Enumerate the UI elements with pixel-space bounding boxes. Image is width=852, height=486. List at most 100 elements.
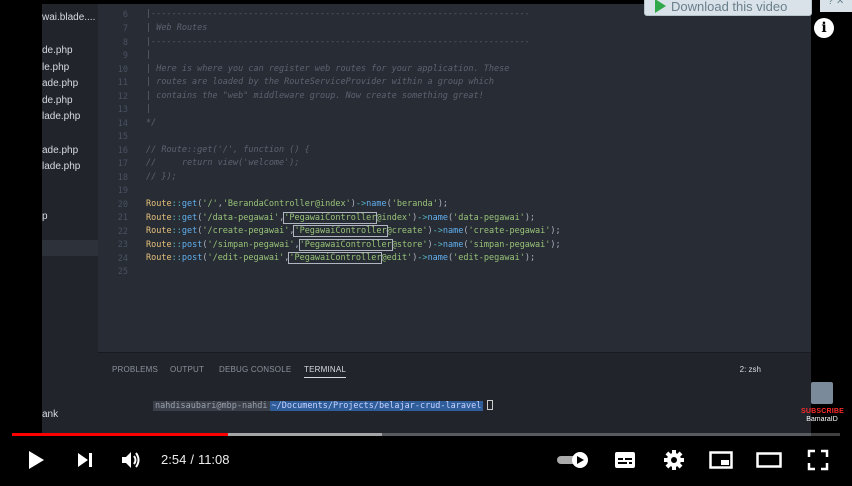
info-icon[interactable]: i xyxy=(814,18,834,38)
terminal-cursor xyxy=(487,400,494,410)
route-controller: 'PegawaiController xyxy=(298,238,393,251)
explorer-file[interactable]: le.php xyxy=(42,62,69,73)
route-name-method: name xyxy=(427,253,449,263)
route-name: 'simpan-pegawai' xyxy=(468,239,551,250)
scope-operator: :: xyxy=(171,253,182,263)
route-name: 'data-pegawai' xyxy=(453,212,525,223)
line-number: 6 xyxy=(122,10,128,20)
route-controller: 'PegawaiController xyxy=(293,225,388,237)
route-line: Route::post('/edit-pegawai','PegawaiCont… xyxy=(146,252,535,265)
terminator: ); xyxy=(550,226,561,236)
route-name-method: name xyxy=(427,212,449,223)
tab-debug-console[interactable]: DEBUG CONSOLE xyxy=(219,365,291,374)
code-comment: | Here is where you can register web rou… xyxy=(146,64,510,74)
settings-button[interactable] xyxy=(661,448,687,472)
explorer-file[interactable]: de.php xyxy=(42,45,73,56)
line-number: 15 xyxy=(117,132,128,142)
progress-bar[interactable] xyxy=(12,433,840,436)
line-number: 24 xyxy=(117,254,128,264)
route-line: Route::post('/simpan-pegawai','PegawaiCo… xyxy=(146,238,561,252)
route-facade: Route xyxy=(146,253,172,263)
route-action: @edit' xyxy=(381,253,413,263)
route-method: get xyxy=(181,212,198,223)
download-label: Download this video xyxy=(671,0,788,14)
line-number: 22 xyxy=(117,227,128,237)
route-name-method: name xyxy=(366,199,387,209)
terminal-prompt[interactable]: nahdisaubari@mbp-nahdi ~/Documents/Projec… xyxy=(112,390,494,421)
played-bar xyxy=(12,433,229,436)
time-display: 2:54/11:08 xyxy=(161,452,230,467)
channel-watermark[interactable]: SUBSCRIBE BamaraID xyxy=(801,382,845,424)
explorer-file[interactable]: lade.php xyxy=(42,161,80,172)
explorer-file[interactable]: ade.php xyxy=(42,78,78,89)
route-action: @store' xyxy=(391,239,428,250)
terminator: ); xyxy=(550,239,561,250)
file-explorer: wai.blade.... de.php le.php ade.php de.p… xyxy=(42,4,98,436)
explorer-file[interactable]: ade.php xyxy=(42,145,78,156)
tab-output[interactable]: OUTPUT xyxy=(170,365,204,374)
scope-operator: :: xyxy=(171,199,182,209)
code-comment: | contains the "web" middleware group. N… xyxy=(146,91,484,101)
terminal-user: nahdisaubari@mbp-nahdi xyxy=(152,400,270,411)
current-time: 2:54 xyxy=(161,452,187,467)
duration: 11:08 xyxy=(197,452,230,467)
explorer-selected-row xyxy=(42,240,98,256)
line-number: 12 xyxy=(117,92,128,102)
line-number: 25 xyxy=(117,267,128,277)
route-facade: Route xyxy=(146,199,172,209)
autoplay-toggle[interactable] xyxy=(556,448,592,472)
play-icon xyxy=(29,451,44,469)
terminator: ); xyxy=(524,212,536,223)
line-number: 14 xyxy=(117,119,128,129)
player-controls: 2:54/11:08 xyxy=(0,440,852,480)
channel-name: BamaraID xyxy=(806,416,838,423)
tab-problems[interactable]: PROBLEMS xyxy=(112,365,158,374)
theater-mode-button[interactable] xyxy=(755,448,783,472)
route-name-method: name xyxy=(442,226,464,236)
code-comment: // Route::get('/', function () { xyxy=(146,145,310,155)
code-comment: | xyxy=(146,50,152,60)
terminator: ); xyxy=(524,253,536,263)
route-uri: '/simpan-pegawai' xyxy=(207,239,295,250)
tab-terminal[interactable]: TERMINAL xyxy=(304,365,347,378)
volume-button[interactable] xyxy=(118,448,144,472)
autoplay-toggle-icon xyxy=(557,452,588,468)
fullscreen-icon xyxy=(807,449,829,471)
line-number: 23 xyxy=(117,240,128,250)
video-frame[interactable]: wai.blade.... de.php le.php ade.php de.p… xyxy=(0,0,852,486)
shell-selector[interactable]: 2: zsh xyxy=(740,365,761,374)
next-button[interactable] xyxy=(73,448,97,472)
play-button[interactable] xyxy=(24,448,48,472)
download-video-button[interactable]: Download this video xyxy=(644,0,812,16)
route-line: Route::get('/','BerandaController@index'… xyxy=(146,198,448,211)
route-name-method: name xyxy=(442,239,464,250)
miniplayer-button[interactable] xyxy=(708,448,734,472)
explorer-file[interactable]: de.php xyxy=(42,95,73,106)
code-comment: */ xyxy=(146,118,157,128)
code-comment: |---------------------------------------… xyxy=(146,37,530,47)
route-uri: '/' xyxy=(202,199,218,209)
window-icons[interactable]: ? ✕ xyxy=(820,0,852,12)
terminal-path: ~/Documents/Projects/belajar-crud-larave… xyxy=(269,400,484,411)
code-comment: |---------------------------------------… xyxy=(146,9,530,19)
terminator: ); xyxy=(437,199,449,209)
code-comment: | Web Routes xyxy=(146,23,208,33)
scope-operator: :: xyxy=(171,212,182,223)
bottom-panel: PROBLEMS OUTPUT DEBUG CONSOLE TERMINAL 2… xyxy=(98,352,811,436)
channel-avatar xyxy=(811,382,833,404)
explorer-file[interactable]: p xyxy=(42,211,48,222)
code-editor[interactable]: 6 7 8 9 10 11 12 13 14 15 16 17 18 19 20… xyxy=(98,4,811,352)
explorer-file[interactable]: ank xyxy=(42,409,58,420)
explorer-file[interactable]: lade.php xyxy=(42,111,80,122)
scope-operator: :: xyxy=(171,226,182,236)
code-comment: // return view('welcome'); xyxy=(146,158,300,168)
route-name: 'beranda' xyxy=(391,199,438,209)
fullscreen-button[interactable] xyxy=(805,448,831,472)
explorer-file[interactable]: wai.blade.... xyxy=(42,12,95,23)
arrow-operator: -> xyxy=(417,253,428,263)
route-controller: 'BerandaController xyxy=(222,199,315,209)
line-number: 13 xyxy=(117,105,128,115)
subscribe-label: SUBSCRIBE xyxy=(801,408,845,415)
captions-button[interactable] xyxy=(612,448,638,472)
route-method: post xyxy=(181,239,203,250)
